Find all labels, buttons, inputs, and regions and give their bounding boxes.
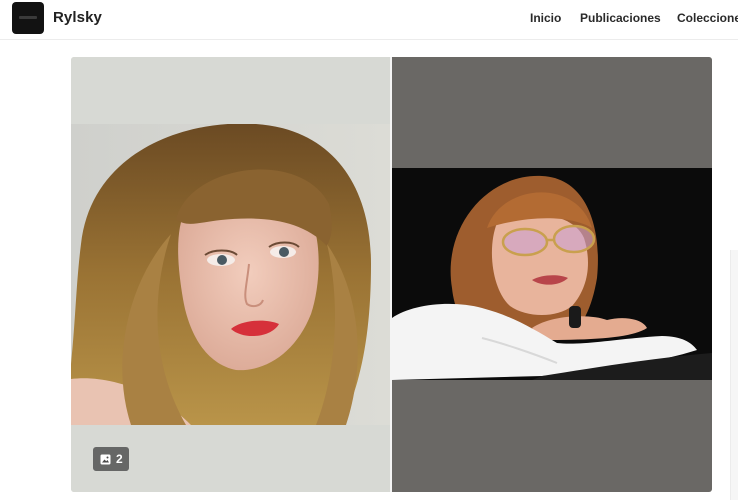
nav-link-inicio[interactable]: Inicio [530, 11, 561, 25]
portrait-photo-1 [71, 124, 390, 425]
gallery-tile-1[interactable]: 2 [71, 57, 390, 492]
site-header: Rylsky Inicio Publicaciones Coleccione [0, 0, 738, 40]
logo-mark [19, 16, 37, 19]
site-name[interactable]: Rylsky [53, 9, 102, 26]
nav-link-publicaciones[interactable]: Publicaciones [580, 11, 661, 25]
photo-grid: 2 [71, 57, 712, 492]
image-count: 2 [116, 452, 123, 466]
image-stack-icon [100, 454, 111, 464]
portrait-photo-2 [392, 168, 712, 380]
site-logo[interactable] [12, 2, 44, 34]
image-count-badge[interactable]: 2 [93, 447, 129, 471]
nav-link-colecciones[interactable]: Coleccione [677, 11, 738, 25]
gallery-tile-2[interactable] [392, 57, 712, 492]
scroll-edge [730, 250, 738, 500]
